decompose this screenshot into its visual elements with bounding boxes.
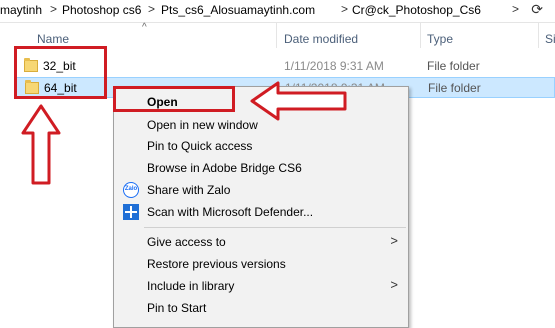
arrow-up-icon xyxy=(21,104,61,185)
arrow-left-icon xyxy=(250,81,347,121)
annotation-arrows xyxy=(21,81,347,185)
